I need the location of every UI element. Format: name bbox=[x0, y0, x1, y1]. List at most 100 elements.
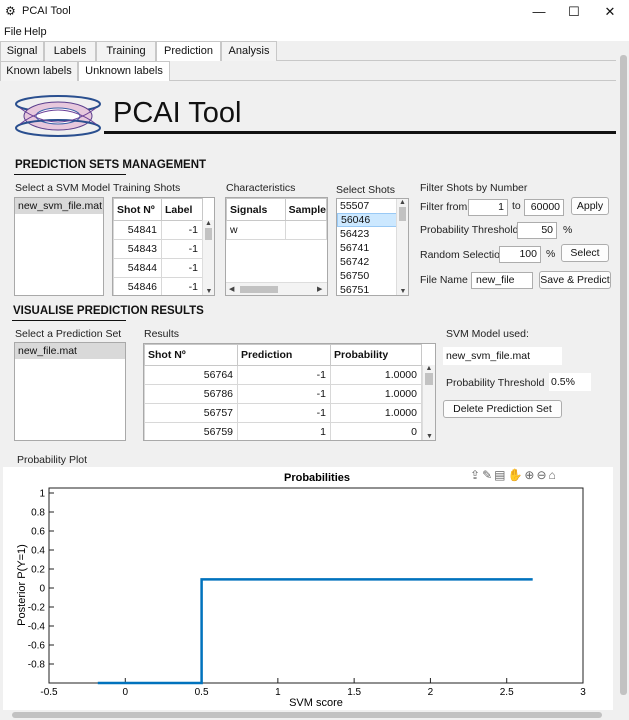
threshold-label: Probability Threshold bbox=[420, 224, 519, 236]
y-tick-label: 0 bbox=[39, 584, 45, 595]
save-predict-button[interactable]: Save & Predict bbox=[539, 271, 611, 289]
x-tick-label: 3 bbox=[580, 687, 586, 698]
tab-training[interactable]: Training bbox=[96, 41, 156, 61]
table-cell: 54843 bbox=[113, 239, 162, 259]
prediction-set-item[interactable]: new_file.mat bbox=[15, 343, 125, 359]
filter-to-input[interactable]: 60000 bbox=[524, 199, 564, 216]
x-tick-label: -0.5 bbox=[40, 687, 58, 698]
table-cell: -1 bbox=[161, 239, 203, 259]
table-cell: 56757 bbox=[144, 403, 238, 423]
random-selection-input[interactable]: 100 bbox=[499, 246, 541, 263]
x-tick-label: 1 bbox=[275, 687, 281, 698]
svm-model-item[interactable]: new_svm_file.mat bbox=[15, 198, 103, 214]
tab-signal[interactable]: Signal bbox=[0, 41, 44, 61]
window-title: PCAI Tool bbox=[22, 5, 71, 17]
table-cell: 54846 bbox=[113, 277, 162, 295]
results-table[interactable]: Shot Nº Prediction Probability 56764 -1 1.00… bbox=[143, 343, 436, 441]
maximize-button[interactable]: ☐ bbox=[556, 2, 592, 22]
results-label: Results bbox=[144, 328, 180, 340]
prediction-set-list[interactable]: new_file.mat bbox=[14, 342, 126, 441]
table-cell: 56786 bbox=[144, 384, 238, 404]
filter-from-input[interactable]: 1 bbox=[468, 199, 508, 216]
results-threshold-label: Probability Threshold bbox=[446, 377, 545, 389]
tab-unknown-labels[interactable]: Unknown labels bbox=[78, 61, 170, 81]
y-tick-label: 0.4 bbox=[31, 546, 45, 557]
pcai-logo bbox=[15, 95, 101, 137]
app-icon: ⚙ bbox=[5, 4, 16, 18]
y-tick-label: -0.2 bbox=[28, 603, 46, 614]
col-signals[interactable]: Signals bbox=[226, 198, 286, 221]
filter-from-label: Filter from bbox=[420, 201, 468, 213]
tab-known-labels[interactable]: Known labels bbox=[0, 61, 78, 81]
x-tick-label: 2 bbox=[428, 687, 434, 698]
select-shots-list[interactable]: 55507 56046 56423 56741 56742 56750 5675… bbox=[336, 198, 409, 296]
table-cell: w bbox=[226, 220, 286, 240]
x-tick-label: 0 bbox=[123, 687, 129, 698]
col-shot-no[interactable]: Shot Nº bbox=[144, 344, 238, 366]
delete-prediction-set-button[interactable]: Delete Prediction Set bbox=[443, 400, 562, 418]
scroll-down-icon[interactable]: ▼ bbox=[423, 433, 435, 440]
scroll-down-icon[interactable]: ▼ bbox=[203, 288, 214, 295]
tab-labels[interactable]: Labels bbox=[44, 41, 96, 61]
scroll-down-icon[interactable]: ▼ bbox=[397, 288, 408, 295]
x-tick-label: 1.5 bbox=[347, 687, 361, 698]
close-button[interactable]: ✕ bbox=[592, 2, 628, 22]
window-horizontal-scrollbar[interactable] bbox=[0, 710, 616, 720]
y-tick-label: 0.2 bbox=[31, 565, 45, 576]
table-cell: 1.0000 bbox=[330, 365, 422, 385]
list-item[interactable]: 56046 bbox=[337, 213, 397, 227]
minimize-button[interactable]: — bbox=[521, 2, 557, 22]
table-cell: 1.0000 bbox=[330, 384, 422, 404]
x-axis-label: SVM score bbox=[289, 697, 343, 709]
probabilities-chart[interactable]: Probabilities 1 0.8 0.6 0.4 0.2 0 -0.2 -0.4 -0.6… bbox=[3, 467, 613, 710]
table-cell: 54844 bbox=[113, 258, 162, 278]
apply-button[interactable]: Apply bbox=[571, 197, 609, 215]
col-label[interactable]: Label bbox=[161, 198, 203, 221]
col-probability[interactable]: Probability bbox=[330, 344, 422, 366]
svm-model-label: Select a SVM Model bbox=[15, 182, 111, 194]
menu-file[interactable]: File bbox=[4, 26, 22, 38]
col-prediction[interactable]: Prediction bbox=[237, 344, 331, 366]
visualise-heading: VISUALISE PREDICTION RESULTS bbox=[13, 305, 204, 317]
training-shots-table[interactable]: Shot Nº Label 54841 -1 54843 -1 54844 -1 548… bbox=[112, 197, 215, 296]
page-title: PCAI Tool bbox=[113, 97, 242, 129]
window-vertical-scrollbar[interactable] bbox=[618, 41, 629, 711]
prediction-sets-rule bbox=[14, 174, 126, 175]
y-tick-label: 0.6 bbox=[31, 527, 45, 538]
col-sample[interactable]: Sample bbox=[284, 198, 327, 221]
training-scrollbar[interactable]: ▲ ▼ bbox=[202, 220, 214, 295]
select-shots-label: Select Shots bbox=[336, 184, 395, 196]
table-cell: -1 bbox=[237, 365, 331, 385]
tab-prediction[interactable]: Prediction bbox=[156, 41, 221, 61]
characteristics-label: Characteristics bbox=[226, 182, 296, 194]
svm-model-list[interactable]: new_svm_file.mat bbox=[14, 197, 104, 296]
threshold-input[interactable]: 50 bbox=[517, 222, 557, 239]
tab-analysis[interactable]: Analysis bbox=[221, 41, 277, 61]
scroll-left-icon[interactable]: ◀ bbox=[229, 285, 234, 293]
select-button[interactable]: Select bbox=[561, 244, 609, 262]
table-cell: -1 bbox=[161, 277, 203, 295]
scroll-up-icon[interactable]: ▲ bbox=[397, 199, 408, 206]
model-used-label: SVM Model used: bbox=[446, 328, 529, 340]
menu-bar: File Help bbox=[0, 24, 629, 41]
training-shots-label: Training Shots bbox=[113, 182, 181, 194]
file-name-label: File Name bbox=[420, 274, 468, 286]
shots-scrollbar[interactable]: ▲ ▼ bbox=[396, 199, 408, 295]
characteristics-table[interactable]: Signals Sample w ◀ ▶ bbox=[225, 197, 328, 296]
scroll-up-icon[interactable]: ▲ bbox=[203, 220, 214, 227]
col-shot-no[interactable]: Shot Nº bbox=[113, 198, 162, 221]
probability-plot-label: Probability Plot bbox=[17, 454, 88, 466]
title-rule bbox=[104, 131, 616, 134]
menu-help[interactable]: Help bbox=[24, 26, 47, 38]
random-selection-unit: % bbox=[546, 248, 556, 260]
table-cell: -1 bbox=[161, 220, 203, 240]
results-scrollbar[interactable]: ▲ ▼ bbox=[422, 365, 435, 440]
plot-area bbox=[48, 487, 584, 684]
table-cell: 1 bbox=[237, 422, 331, 440]
scroll-right-icon[interactable]: ▶ bbox=[317, 285, 322, 293]
characteristics-hscrollbar[interactable]: ◀ ▶ bbox=[226, 282, 327, 295]
x-tick-label: 0.5 bbox=[195, 687, 209, 698]
scroll-up-icon[interactable]: ▲ bbox=[423, 365, 435, 372]
table-cell: 1.0000 bbox=[330, 403, 422, 423]
file-name-input[interactable]: new_file bbox=[471, 272, 533, 289]
